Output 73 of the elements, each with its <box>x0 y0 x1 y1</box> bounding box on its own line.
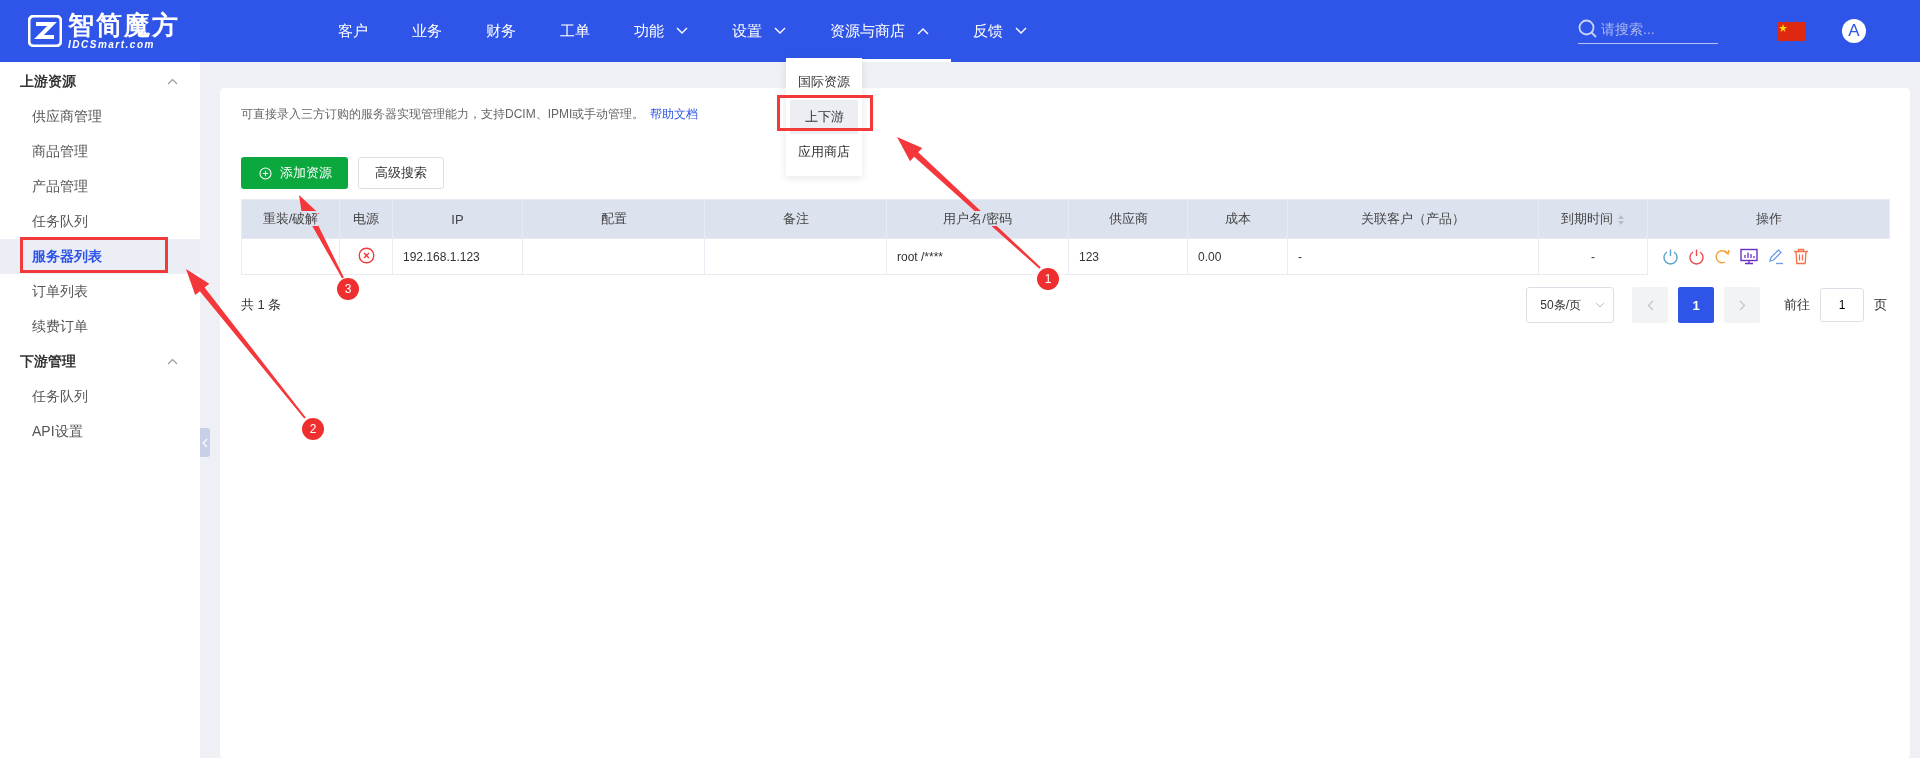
logo-domain: IDCSmart.com <box>68 40 156 50</box>
table-cell: 0.00 <box>1187 238 1288 275</box>
nav-item[interactable]: 财务 <box>464 0 538 62</box>
chevron-icon <box>167 358 178 365</box>
sidebar-group[interactable]: 上游资源 <box>0 64 200 99</box>
table-cell: 123 <box>1068 238 1188 275</box>
menu-item[interactable]: 应用商店 <box>790 135 858 169</box>
table-cell: 192.168.1.123 <box>392 238 523 275</box>
help-link[interactable]: 帮助文档 <box>650 107 699 121</box>
search-icon <box>1578 18 1598 39</box>
user-avatar[interactable]: A <box>1842 19 1866 43</box>
sidebar-item[interactable]: 续费订单 <box>0 309 200 344</box>
goto-label: 前往 <box>1784 296 1810 314</box>
sidebar-item[interactable]: 任务队列 <box>0 379 200 414</box>
flag-icon[interactable] <box>1778 21 1806 41</box>
edit-icon[interactable] <box>1767 248 1784 265</box>
caret-icon <box>1015 27 1027 35</box>
sidebar-item[interactable]: 商品管理 <box>0 134 200 169</box>
page-number[interactable]: 1 <box>1678 287 1714 323</box>
column-header: 配置 <box>522 199 705 239</box>
callout-badge: 1 <box>1037 268 1059 290</box>
logo-name: 智简魔方 <box>68 12 180 38</box>
page-size-select[interactable]: 50条/页 <box>1526 287 1614 323</box>
nav-item[interactable]: 功能 <box>612 0 710 62</box>
callout-badge: 2 <box>302 418 324 440</box>
nav-item[interactable]: 反馈 <box>951 0 1049 62</box>
chevron-left-icon <box>1646 299 1654 311</box>
column-header: IP <box>392 199 523 239</box>
power-on-icon[interactable] <box>1662 248 1679 265</box>
collapse-handle[interactable] <box>200 428 210 457</box>
table-cell: - <box>1287 238 1539 275</box>
column-header: 重装/破解 <box>241 199 340 239</box>
callout-badge: 3 <box>337 278 359 300</box>
search-field[interactable]: 请搜索... <box>1578 18 1718 44</box>
column-header: 备注 <box>704 199 887 239</box>
column-header: 到期时间 <box>1538 199 1648 239</box>
table-cell: - <box>1538 238 1648 275</box>
column-header: 电源 <box>339 199 393 239</box>
column-header: 用户名/密码 <box>886 199 1069 239</box>
goto-page-field[interactable]: 1 <box>1820 288 1864 322</box>
sidebar-item[interactable]: API设置 <box>0 414 200 449</box>
plus-circle-icon <box>259 166 272 180</box>
page-suffix: 页 <box>1874 296 1887 314</box>
search-input[interactable]: 请搜索... <box>1601 20 1711 37</box>
logo-icon <box>28 15 62 47</box>
sidebar-item[interactable]: 任务队列 <box>0 204 200 239</box>
monitor-icon[interactable] <box>1740 248 1758 265</box>
column-header: 操作 <box>1647 199 1890 239</box>
sidebar-item[interactable]: 订单列表 <box>0 274 200 309</box>
nav-item[interactable]: 工单 <box>538 0 612 62</box>
search-button[interactable]: 高级搜索 <box>358 157 444 189</box>
description-text: 可直接录入三方订购的服务器实现管理能力，支持DCIM、IPMI或手动管理。 <box>241 107 645 121</box>
chevron-icon <box>167 78 178 85</box>
sidebar-group[interactable]: 下游管理 <box>0 344 200 379</box>
restart-icon[interactable] <box>1714 248 1731 265</box>
nav-item[interactable]: 业务 <box>390 0 464 62</box>
chevron-icon <box>1595 302 1605 308</box>
caret-icon <box>917 27 929 35</box>
menu-item[interactable]: 国际资源 <box>790 65 858 99</box>
column-header: 成本 <box>1187 199 1288 239</box>
chevron-right-icon <box>1738 299 1746 311</box>
nav-item[interactable]: 客户 <box>316 0 390 62</box>
sort-icon[interactable] <box>1617 213 1625 226</box>
delete-icon[interactable] <box>1793 248 1809 265</box>
column-header: 供应商 <box>1068 199 1188 239</box>
caret-icon <box>676 27 688 35</box>
column-header: 关联客户（产品） <box>1287 199 1539 239</box>
nav-item[interactable]: 设置 <box>710 0 808 62</box>
caret-icon <box>774 27 786 35</box>
power-off-icon[interactable] <box>1688 248 1705 265</box>
total-count: 共 1 条 <box>241 296 282 314</box>
sidebar-item[interactable]: 供应商管理 <box>0 99 200 134</box>
sidebar-item[interactable]: 产品管理 <box>0 169 200 204</box>
